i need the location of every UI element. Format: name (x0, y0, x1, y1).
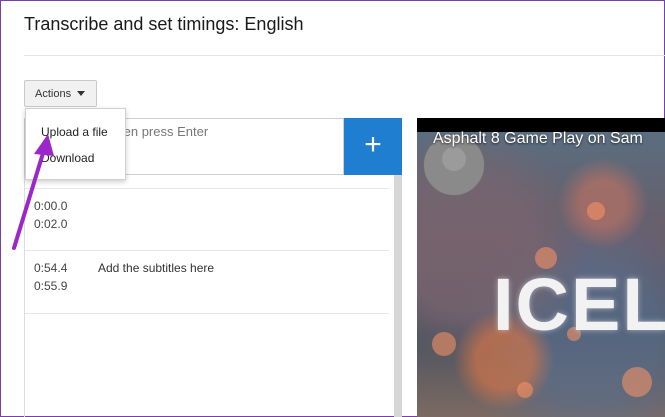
annotation-arrow-icon (12, 134, 54, 250)
